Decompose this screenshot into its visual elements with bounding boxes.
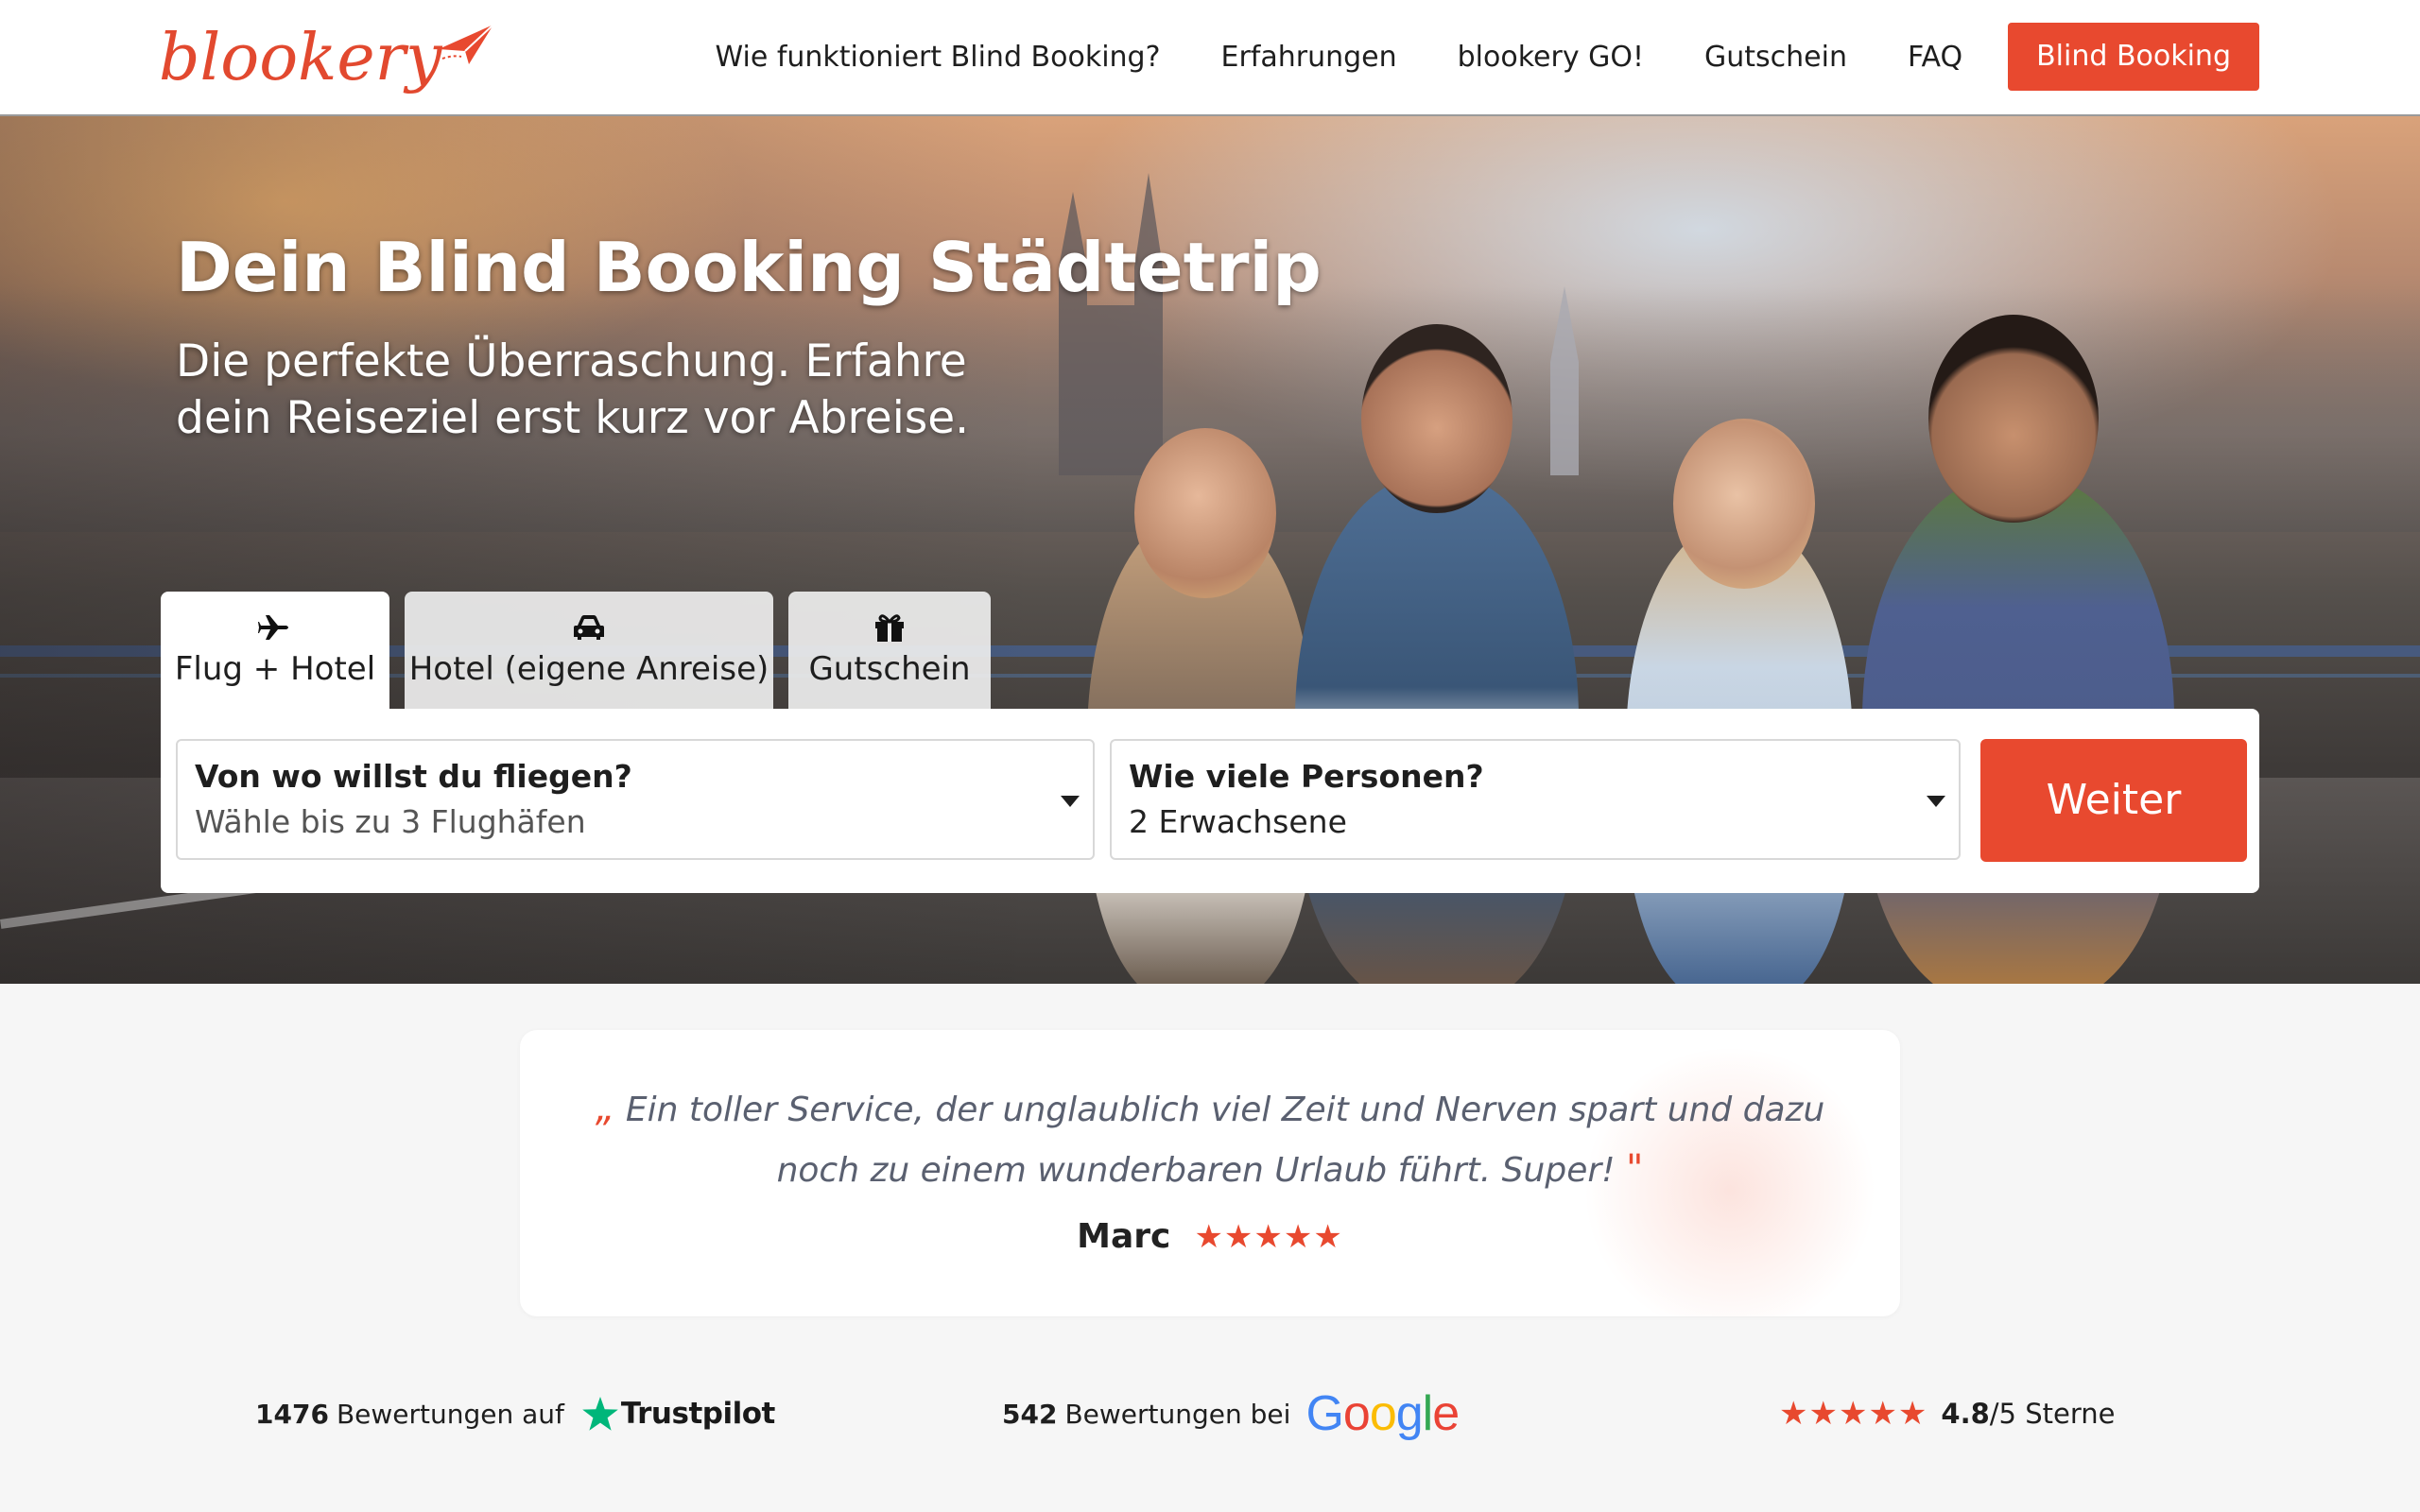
overall-score-suffix: /5 Sterne [1989,1398,2116,1430]
hero-subtitle-line-1: Die perfekte Überraschung. Erfahre [176,335,967,387]
main-nav: Wie funktioniert Blind Booking? Erfahrun… [655,23,2259,91]
nav-link-how-it-works[interactable]: Wie funktioniert Blind Booking? [716,41,1161,74]
trustpilot-star-icon [582,1397,618,1431]
nav-link-experiences[interactable]: Erfahrungen [1221,41,1397,74]
persons-label: Wie viele Personen? [1129,758,1484,795]
google-logo-letter: l [1422,1386,1434,1441]
overall-score: ★★★★★ 4.8 /5 Sterne [1779,1387,2115,1440]
hero-subtitle: Die perfekte Überraschung. Erfahre dein … [176,334,1027,447]
continue-button[interactable]: Weiter [1980,739,2247,862]
car-icon [574,615,604,640]
origin-airport-placeholder: Wähle bis zu 3 Flughäfen [195,803,586,840]
brand-logo[interactable]: blookery [159,15,495,100]
google-rating[interactable]: 542 Bewertungen bei Google [1002,1385,1460,1442]
persons-select[interactable]: Wie viele Personen? 2 Erwachsene [1110,739,1961,860]
chevron-down-icon [1061,796,1080,807]
testimonial-author-name: Marc [1077,1217,1171,1256]
google-logo-letter: e [1432,1386,1460,1441]
testimonial-author: Marc ★★★★★ [520,1217,1900,1256]
nav-link-faq[interactable]: FAQ [1908,41,1962,74]
hero-title: Dein Blind Booking Städtetrip [176,228,1322,307]
chevron-down-icon [1927,796,1945,807]
overall-score-value: 4.8 [1941,1398,1990,1430]
tab-flight-hotel-label: Flug + Hotel [174,650,376,688]
trustpilot-logo: Trustpilot [581,1395,775,1433]
persons-value: 2 Erwachsene [1129,803,1347,840]
google-logo-letter: g [1395,1386,1424,1441]
paper-plane-icon [438,24,494,64]
google-review-text: Bewertungen bei [1064,1398,1291,1430]
trustpilot-review-text: Bewertungen auf [336,1398,564,1430]
google-logo-letter: G [1305,1386,1343,1441]
nav-link-voucher[interactable]: Gutschein [1704,41,1847,74]
tab-hotel-own-travel-label: Hotel (eigene Anreise) [408,650,769,688]
trustpilot-wordmark: Trustpilot [620,1397,775,1431]
tab-voucher[interactable]: Gutschein [788,592,991,709]
trustpilot-review-count: 1476 [255,1398,329,1430]
origin-airport-label: Von wo willst du fliegen? [195,758,632,795]
google-logo-letter: o [1342,1386,1371,1441]
tab-hotel-own-travel[interactable]: Hotel (eigene Anreise) [405,592,773,709]
close-quote-mark: " [1626,1147,1644,1191]
tab-flight-hotel[interactable]: Flug + Hotel [161,592,389,709]
person-3-head [1673,419,1815,589]
testimonial-quote: „ Ein toller Service, der unglaublich vi… [558,1079,1862,1200]
tab-voucher-label: Gutschein [808,650,971,688]
testimonial-text: Ein toller Service, der unglaublich viel… [625,1091,1825,1190]
person-4-head [1928,315,2099,523]
nav-link-blookery-go[interactable]: blookery GO! [1458,41,1644,74]
hero-subtitle-line-2: dein Reiseziel erst kurz vor Abreise. [176,392,970,444]
google-logo-letter: o [1369,1386,1397,1441]
person-1-head [1134,428,1276,598]
star-rating-icon: ★★★★★ [1194,1217,1343,1256]
google-logo: Google [1305,1385,1460,1442]
plane-icon [258,615,288,640]
cathedral-silhouette [1059,173,1163,475]
star-rating-icon: ★★★★★ [1779,1395,1928,1433]
brand-logo-text: blookery [159,20,442,95]
person-2-head [1361,324,1512,513]
open-quote-mark: „ [595,1087,615,1130]
testimonial-card: „ Ein toller Service, der unglaublich vi… [520,1030,1900,1316]
blind-booking-button[interactable]: Blind Booking [2008,23,2259,91]
search-panel: Von wo willst du fliegen? Wähle bis zu 3… [161,709,2259,893]
google-review-count: 542 [1002,1398,1058,1430]
site-header: blookery Wie funktioniert Blind Booking?… [0,0,2420,116]
spire-silhouette [1550,286,1579,475]
origin-airport-select[interactable]: Von wo willst du fliegen? Wähle bis zu 3… [176,739,1095,860]
gift-icon [875,614,904,642]
trustpilot-rating[interactable]: 1476 Bewertungen auf Trustpilot [255,1387,775,1440]
